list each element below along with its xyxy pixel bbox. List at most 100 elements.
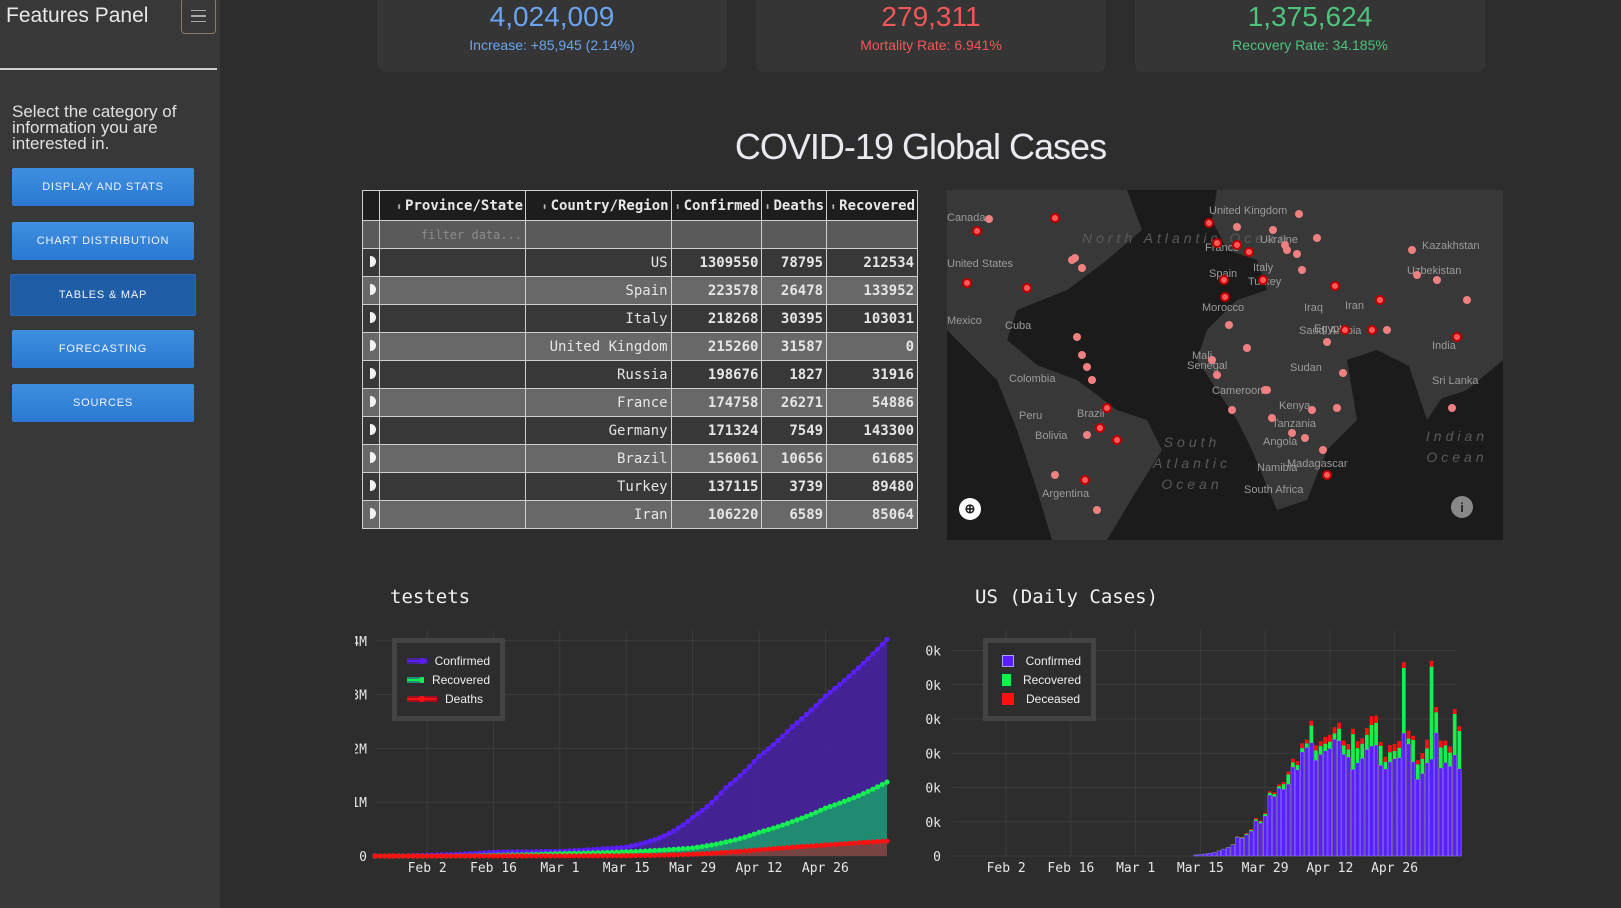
case-marker[interactable] [1080, 475, 1090, 485]
column-header-country[interactable]: ⬍ Country/Region [525, 190, 672, 221]
row-select-toggle[interactable] [362, 472, 380, 501]
case-marker[interactable] [1083, 363, 1091, 371]
row-select-toggle[interactable] [362, 500, 380, 529]
row-select-toggle[interactable] [362, 444, 380, 473]
case-marker[interactable] [1112, 435, 1122, 445]
case-marker[interactable] [1078, 264, 1086, 272]
case-marker[interactable] [1339, 369, 1347, 377]
table-row[interactable]: Turkey 137115 3739 89480 [362, 472, 918, 501]
row-select-toggle[interactable] [362, 388, 380, 417]
case-marker[interactable] [1225, 321, 1233, 329]
case-marker[interactable] [1022, 283, 1032, 293]
legend-item-deceased[interactable]: Deceased [998, 689, 1081, 708]
case-marker[interactable] [1093, 506, 1101, 514]
forecasting-button[interactable]: FORECASTING [12, 330, 194, 368]
table-row[interactable]: US 1309550 78795 212534 [362, 248, 918, 277]
legend-item-recovered[interactable]: Recovered [407, 670, 490, 689]
case-marker[interactable] [1102, 403, 1112, 413]
case-marker[interactable] [1413, 271, 1421, 279]
case-marker[interactable] [1204, 218, 1214, 228]
table-row[interactable]: Brazil 156061 10656 61685 [362, 444, 918, 473]
row-select-toggle[interactable] [362, 304, 380, 333]
case-marker[interactable] [1244, 247, 1254, 257]
case-marker[interactable] [1050, 213, 1060, 223]
column-header-deaths[interactable]: ⬍ Deaths [761, 190, 828, 221]
case-marker[interactable] [1083, 431, 1091, 439]
zoom-icon[interactable]: ⊕ [959, 498, 981, 520]
case-marker[interactable] [1367, 325, 1377, 335]
case-marker[interactable] [1258, 275, 1268, 285]
case-marker[interactable] [1233, 223, 1241, 231]
legend-item-confirmed[interactable]: Confirmed [998, 651, 1081, 670]
case-marker[interactable] [1232, 240, 1242, 250]
legend-item-confirmed[interactable]: Confirmed [407, 651, 490, 670]
legend-item-recovered[interactable]: Recovered [998, 670, 1081, 689]
case-marker[interactable] [1219, 275, 1229, 285]
case-marker[interactable] [1078, 351, 1086, 359]
case-marker[interactable] [1212, 238, 1222, 248]
case-marker[interactable] [1298, 266, 1306, 274]
case-marker[interactable] [985, 215, 993, 223]
row-select-toggle[interactable] [362, 248, 380, 277]
case-marker[interactable] [1208, 356, 1216, 364]
case-marker[interactable] [1301, 434, 1309, 442]
case-marker[interactable] [1433, 276, 1441, 284]
case-marker[interactable] [1383, 326, 1391, 334]
table-row[interactable]: United Kingdom 215260 31587 0 [362, 332, 918, 361]
case-marker[interactable] [962, 278, 972, 288]
legend-item-deaths[interactable]: Deaths [407, 689, 490, 708]
column-header-province[interactable]: ⬍ Province/State [378, 190, 527, 221]
table-row[interactable]: Iran 106220 6589 85064 [362, 500, 918, 529]
case-marker[interactable] [1073, 333, 1081, 341]
case-marker[interactable] [1071, 254, 1079, 262]
case-marker[interactable] [1051, 471, 1059, 479]
case-marker[interactable] [1220, 292, 1230, 302]
case-marker[interactable] [1408, 246, 1416, 254]
case-marker[interactable] [1095, 423, 1105, 433]
case-marker[interactable] [1293, 250, 1301, 258]
case-marker[interactable] [1295, 210, 1303, 218]
table-row[interactable]: France 174758 26271 54886 [362, 388, 918, 417]
tables-and-map-button[interactable]: TABLES & MAP [10, 274, 196, 316]
case-marker[interactable] [1288, 429, 1296, 437]
row-select-toggle[interactable] [362, 416, 380, 445]
case-marker[interactable] [1283, 246, 1291, 254]
case-marker[interactable] [1243, 344, 1251, 352]
case-marker[interactable] [1268, 414, 1276, 422]
case-marker[interactable] [1330, 281, 1340, 291]
chart-distribution-button[interactable]: CHART DISTRIBUTION [12, 222, 194, 260]
case-marker[interactable] [1313, 234, 1321, 242]
filter-recovered-input[interactable] [826, 220, 918, 249]
world-cases-map[interactable]: North Atlantic Ocean South Atlantic Ocea… [947, 190, 1503, 540]
case-marker[interactable] [1323, 338, 1331, 346]
table-row[interactable]: Italy 218268 30395 103031 [362, 304, 918, 333]
filter-confirmed-input[interactable] [670, 220, 763, 249]
column-header-confirmed[interactable]: ⬍ Confirmed [670, 190, 763, 221]
case-marker[interactable] [1213, 371, 1221, 379]
case-marker[interactable] [1448, 404, 1456, 412]
filter-country-input[interactable] [525, 220, 672, 249]
case-marker[interactable] [1228, 406, 1236, 414]
row-select-toggle[interactable] [362, 276, 380, 305]
table-row[interactable]: Russia 198676 1827 31916 [362, 360, 918, 389]
table-row[interactable]: Germany 171324 7549 143300 [362, 416, 918, 445]
case-marker[interactable] [1308, 406, 1316, 414]
case-marker[interactable] [1269, 226, 1277, 234]
row-select-toggle[interactable] [362, 360, 380, 389]
case-marker[interactable] [1333, 404, 1341, 412]
column-header-recovered[interactable]: ⬍ Recovered [826, 190, 918, 221]
case-marker[interactable] [1088, 376, 1096, 384]
case-marker[interactable] [1340, 325, 1350, 335]
filter-province-input[interactable]: filter data... [378, 220, 527, 249]
case-marker[interactable] [1319, 446, 1327, 454]
row-select-toggle[interactable] [362, 332, 380, 361]
filter-deaths-input[interactable] [761, 220, 828, 249]
hamburger-menu-button[interactable] [181, 0, 216, 34]
info-icon[interactable]: i [1451, 496, 1473, 518]
case-marker[interactable] [1452, 332, 1462, 342]
case-marker[interactable] [1463, 296, 1471, 304]
case-marker[interactable] [972, 226, 982, 236]
display-and-stats-button[interactable]: DISPLAY AND STATS [12, 168, 194, 206]
case-marker[interactable] [1375, 295, 1385, 305]
case-marker[interactable] [1263, 386, 1271, 394]
